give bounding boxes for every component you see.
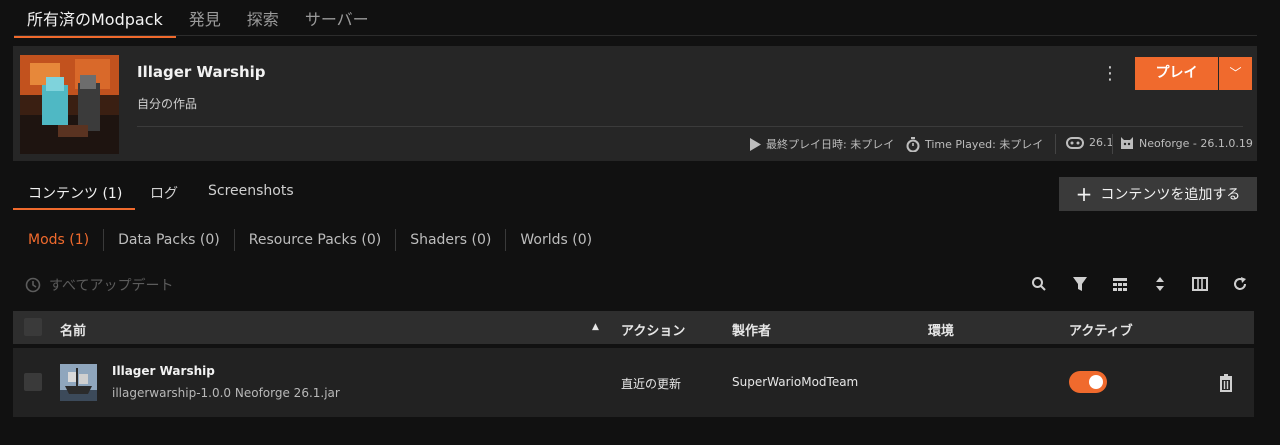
chevron-down-icon: ﹀: [1229, 66, 1242, 80]
history-icon: [25, 277, 41, 293]
neoforge-cat-icon: [1121, 137, 1133, 149]
loader-version: Neoforge - 26.1.0.19: [1120, 136, 1253, 150]
time-played: Time Played: 未プレイ: [906, 136, 1043, 152]
modpack-title: Illager Warship: [137, 63, 266, 81]
tab-explore[interactable]: 探索: [234, 0, 292, 36]
tab-logs[interactable]: ログ: [150, 183, 178, 203]
play-button[interactable]: プレイ: [1135, 57, 1218, 90]
grid-icon[interactable]: [1111, 276, 1129, 294]
column-author[interactable]: 製作者: [732, 320, 771, 339]
meta-separator: [1112, 134, 1113, 154]
tab-servers[interactable]: サーバー: [292, 0, 382, 36]
active-toggle[interactable]: [1069, 371, 1107, 393]
card-divider: [137, 126, 1243, 127]
column-name[interactable]: 名前: [60, 320, 86, 339]
column-active[interactable]: アクティブ: [1069, 320, 1133, 339]
tab-screenshots[interactable]: Screenshots: [208, 183, 294, 199]
search-icon[interactable]: [1030, 276, 1048, 294]
tab-discover[interactable]: 発見: [176, 0, 234, 36]
meta-separator: [1055, 134, 1056, 154]
play-triangle-icon: [750, 137, 761, 151]
mod-filename: illagerwarship-1.0.0 Neoforge 26.1.jar: [112, 386, 340, 400]
add-content-label: コンテンツを追加する: [1100, 187, 1241, 203]
column-environment[interactable]: 環境: [928, 320, 954, 339]
more-options-icon[interactable]: ⋮: [1101, 62, 1119, 86]
stopwatch-icon: [906, 136, 920, 152]
top-tabs: 所有済のModpack 発見 探索 サーバー: [14, 0, 382, 38]
game-version: 26.1: [1066, 136, 1114, 149]
tab-contents[interactable]: コンテンツ (1): [28, 183, 122, 203]
game-version-text: 26.1: [1089, 136, 1114, 149]
update-all-button[interactable]: すべてアップデート: [25, 275, 173, 295]
filter-resource-packs[interactable]: Resource Packs (0): [235, 232, 395, 248]
toggle-knob: [1089, 375, 1103, 389]
plus-icon: +: [1075, 182, 1093, 206]
filter-data-packs[interactable]: Data Packs (0): [104, 232, 234, 248]
mod-icon: [60, 364, 97, 401]
column-action[interactable]: アクション: [621, 320, 685, 339]
gamepad-icon: [1066, 136, 1084, 149]
mod-action[interactable]: 直近の更新: [621, 375, 681, 392]
time-played-text: Time Played: 未プレイ: [925, 138, 1044, 151]
mod-author[interactable]: SuperWarioModTeam: [732, 375, 858, 389]
modpack-subtitle: 自分の作品: [137, 97, 198, 111]
loader-version-text: Neoforge - 26.1.0.19: [1139, 136, 1253, 150]
filter-shaders[interactable]: Shaders (0): [396, 232, 505, 248]
content-filters: Mods (1) Data Packs (0) Resource Packs (…: [28, 229, 606, 251]
refresh-icon[interactable]: [1231, 276, 1249, 294]
last-played-text: 最終プレイ日時: 未プレイ: [766, 138, 895, 151]
columns-icon[interactable]: [1191, 276, 1209, 294]
active-tab-underline: [13, 208, 135, 210]
select-all-checkbox[interactable]: [24, 318, 42, 336]
modpack-thumbnail: [20, 55, 119, 154]
trash-icon[interactable]: [1216, 373, 1236, 393]
add-content-button[interactable]: + コンテンツを追加する: [1059, 177, 1257, 211]
sort-ascending-icon[interactable]: ▲: [592, 322, 599, 332]
update-all-label: すべてアップデート: [49, 278, 174, 294]
tab-owned-modpacks[interactable]: 所有済のModpack: [14, 0, 176, 38]
top-divider: [14, 35, 1257, 36]
filter-worlds[interactable]: Worlds (0): [506, 232, 606, 248]
sort-icon[interactable]: [1151, 276, 1169, 294]
mod-name: Illager Warship: [112, 364, 215, 378]
filter-mods[interactable]: Mods (1): [28, 232, 103, 248]
row-checkbox[interactable]: [24, 373, 42, 391]
play-dropdown-button[interactable]: ﹀: [1219, 57, 1252, 90]
last-played: 最終プレイ日時: 未プレイ: [749, 136, 894, 152]
filter-icon[interactable]: [1071, 276, 1089, 294]
